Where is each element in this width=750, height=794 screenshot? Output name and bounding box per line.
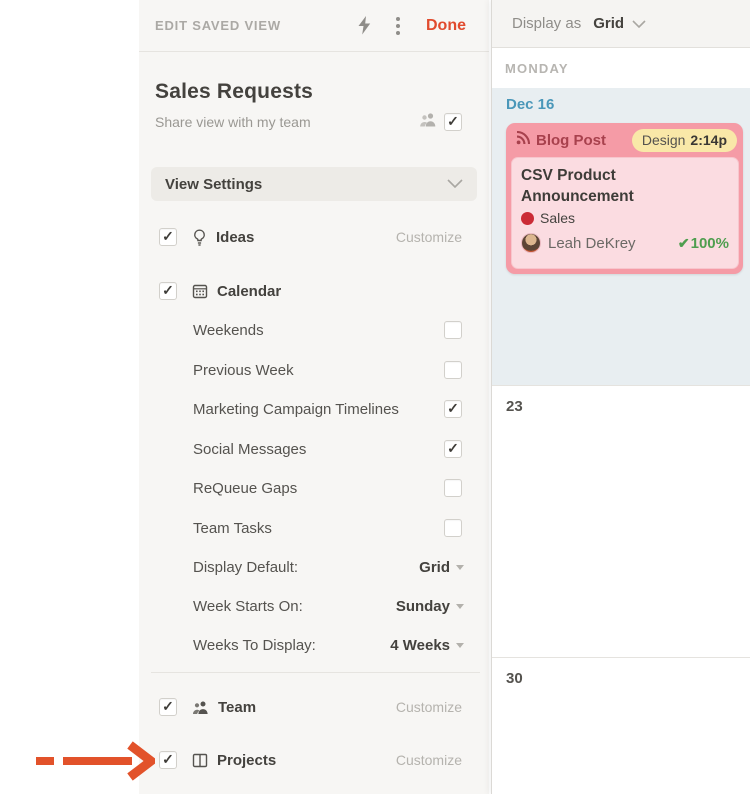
date-label: 23	[506, 398, 523, 415]
tag-row: Sales	[521, 210, 729, 226]
done-button[interactable]: Done	[426, 17, 466, 35]
card-title: CSV Product Announcement	[521, 167, 634, 205]
progress-indicator: 100%	[678, 235, 729, 252]
marketing-campaign-timelines-checkbox[interactable]	[444, 400, 462, 418]
owner-row: Leah DeKrey 100%	[521, 233, 729, 253]
option-label: Team Tasks	[193, 519, 272, 537]
section-row-calendar: Calendar	[139, 281, 489, 301]
projects-customize-link[interactable]: Customize	[396, 752, 462, 768]
share-checkbox[interactable]	[444, 113, 462, 131]
display-default-select[interactable]: Grid	[419, 559, 464, 576]
calendar-panel: Display as Grid MONDAY Dec 16 Blog Post …	[491, 0, 750, 794]
chevron-down-icon	[456, 564, 464, 570]
calendar-week-current[interactable]: Dec 16 Blog Post Design 2:14p CSV Produc	[492, 88, 750, 385]
select-row-week-starts-on: Week Starts On: Sunday	[139, 596, 489, 616]
team-label: Team	[218, 698, 257, 716]
select-value: Grid	[419, 558, 450, 576]
calendar-checkbox[interactable]	[159, 282, 177, 300]
select-label: Display Default:	[193, 558, 299, 576]
week-starts-on-select[interactable]: Sunday	[396, 598, 464, 615]
share-row: Share view with my team	[155, 111, 462, 133]
select-label: Week Starts On:	[193, 597, 303, 615]
badge-time: 2:14p	[690, 132, 727, 148]
tag-label: Sales	[540, 210, 576, 226]
projects-board-icon	[192, 753, 208, 768]
calendar-icon	[192, 283, 208, 299]
option-label: Weekends	[193, 321, 264, 339]
section-row-projects: Projects Customize	[139, 750, 489, 770]
progress-value: 100%	[690, 234, 729, 252]
team-icon	[192, 700, 209, 715]
panel-title: EDIT SAVED VIEW	[155, 18, 281, 33]
check-icon	[678, 235, 691, 252]
option-label: Previous Week	[193, 361, 294, 379]
team-customize-link[interactable]: Customize	[396, 699, 462, 715]
view-settings-dropdown[interactable]: View Settings	[151, 167, 477, 201]
option-label: Social Messages	[193, 440, 307, 458]
team-tasks-checkbox[interactable]	[444, 519, 462, 537]
chevron-down-icon	[447, 175, 463, 193]
option-row-social-messages: Social Messages	[139, 439, 489, 459]
blog-post-card[interactable]: Blog Post Design 2:14p CSV Product Annou…	[506, 123, 743, 274]
view-settings-label: View Settings	[165, 175, 263, 193]
section-row-ideas: Ideas Customize	[139, 227, 489, 247]
team-checkbox[interactable]	[159, 698, 177, 716]
select-row-display-default: Display Default: Grid	[139, 557, 489, 577]
card-header: Blog Post Design 2:14p	[506, 123, 743, 157]
ideas-label: Ideas	[216, 228, 255, 246]
social-messages-checkbox[interactable]	[444, 440, 462, 458]
option-row-previous-week: Previous Week	[139, 360, 489, 380]
option-label: Marketing Campaign Timelines	[193, 400, 399, 418]
option-row-marketing-campaign-timelines: Marketing Campaign Timelines	[139, 399, 489, 419]
calendar-week-row[interactable]: 23	[492, 385, 750, 657]
ideas-customize-link[interactable]: Customize	[396, 229, 462, 245]
panel-header: EDIT SAVED VIEW Done	[139, 0, 489, 52]
calendar-toolbar: Display as Grid	[492, 0, 750, 48]
card-body: CSV Product Announcement Sales Leah DeKr…	[511, 157, 739, 269]
more-options-icon[interactable]	[396, 16, 400, 35]
tag-color-dot	[521, 211, 534, 225]
view-name-title: Sales Requests	[155, 80, 314, 103]
weekends-checkbox[interactable]	[444, 321, 462, 339]
divider	[151, 672, 480, 673]
calendar-week-row[interactable]: 30	[492, 657, 750, 793]
share-label: Share view with my team	[155, 114, 311, 130]
projects-label: Projects	[217, 751, 277, 769]
select-value: 4 Weeks	[390, 636, 450, 654]
projects-checkbox[interactable]	[159, 751, 177, 769]
select-row-weeks-to-display: Weeks To Display: 4 Weeks	[139, 635, 489, 655]
option-row-weekends: Weekends	[139, 320, 489, 340]
option-label: ReQueue Gaps	[193, 479, 298, 497]
date-label: 30	[506, 670, 523, 687]
avatar	[521, 233, 541, 253]
section-row-team: Team Customize	[139, 697, 489, 717]
previous-week-checkbox[interactable]	[444, 361, 462, 379]
team-people-icon	[419, 111, 437, 133]
select-label: Weeks To Display:	[193, 636, 316, 654]
day-column-header: MONDAY	[505, 60, 569, 76]
date-label: Dec 16	[506, 96, 555, 113]
lightning-icon[interactable]	[357, 16, 372, 35]
chevron-down-icon	[456, 642, 464, 648]
calendar-label: Calendar	[217, 282, 282, 300]
weeks-to-display-select[interactable]: 4 Weeks	[390, 637, 464, 654]
ideas-checkbox[interactable]	[159, 228, 177, 246]
callout-arrow-icon	[33, 741, 159, 781]
option-row-team-tasks: Team Tasks	[139, 518, 489, 538]
status-badge[interactable]: Design 2:14p	[631, 128, 737, 152]
rss-icon	[516, 130, 531, 150]
edit-saved-view-panel: EDIT SAVED VIEW Done Sales Requests Shar…	[139, 0, 489, 794]
select-value: Sunday	[395, 597, 450, 615]
display-as-value[interactable]: Grid	[593, 15, 624, 32]
owner-name: Leah DeKrey	[548, 234, 636, 252]
card-type-label: Blog Post	[536, 131, 606, 149]
option-row-requeue-gaps: ReQueue Gaps	[139, 478, 489, 498]
requeue-gaps-checkbox[interactable]	[444, 479, 462, 497]
chevron-down-icon	[456, 603, 464, 609]
lightbulb-icon	[192, 228, 207, 246]
display-as-label: Display as	[512, 15, 582, 32]
badge-stage: Design	[641, 132, 686, 148]
chevron-down-icon[interactable]	[632, 15, 646, 33]
